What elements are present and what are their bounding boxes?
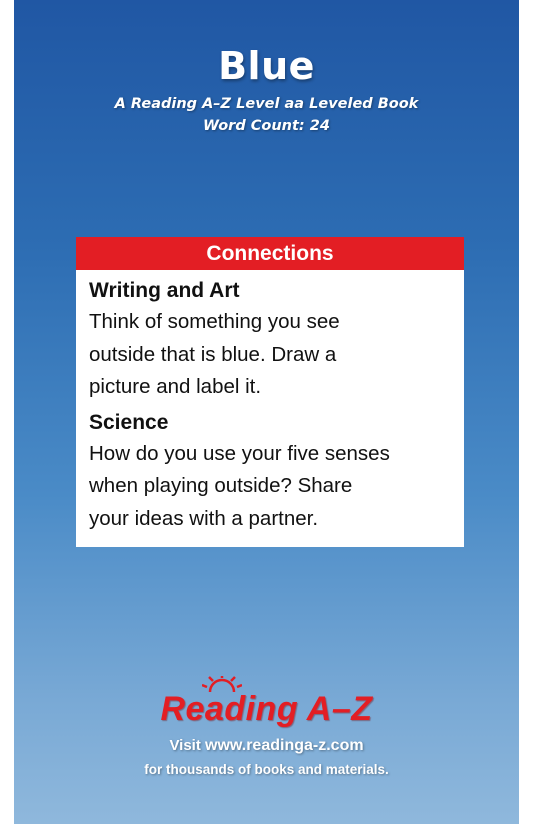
book-subtitle: A Reading A–Z Level aa Leveled Book [114, 96, 419, 112]
website-link[interactable]: www.readinga-z.com [205, 737, 364, 754]
reading-az-logo: Reading A–Z [14, 676, 519, 728]
text-line: picture and label it. [89, 375, 262, 398]
connections-body: Writing and Art Think of something you s… [76, 270, 464, 535]
section-text-writing-art: Think of something you see outside that … [89, 306, 452, 404]
text-line: outside that is blue. Draw a [89, 342, 337, 366]
text-line: How do you use your five senses [89, 441, 390, 465]
visit-line: Visit www.readinga-z.com [14, 737, 519, 755]
text-line: your ideas with a partner. [89, 506, 319, 530]
back-cover: Blue A Reading A–Z Level aa Leveled Book… [14, 0, 519, 824]
tagline: for thousands of books and materials. [144, 762, 389, 777]
section-heading-writing-art: Writing and Art [89, 279, 240, 302]
word-count: Word Count: 24 [203, 118, 330, 134]
section-heading-science: Science [89, 410, 169, 434]
text-line: Think of something you see [89, 310, 340, 333]
connections-box: Connections Writing and Art Think of som… [76, 237, 464, 547]
logo-text: Reading A–Z [160, 690, 373, 728]
text-line: when playing outside? Share [89, 474, 353, 497]
section-text-science: How do you use your five senses when pla… [89, 438, 452, 536]
book-title: Blue [218, 44, 315, 88]
connections-header: Connections [76, 237, 464, 270]
visit-prefix: Visit [169, 737, 201, 754]
